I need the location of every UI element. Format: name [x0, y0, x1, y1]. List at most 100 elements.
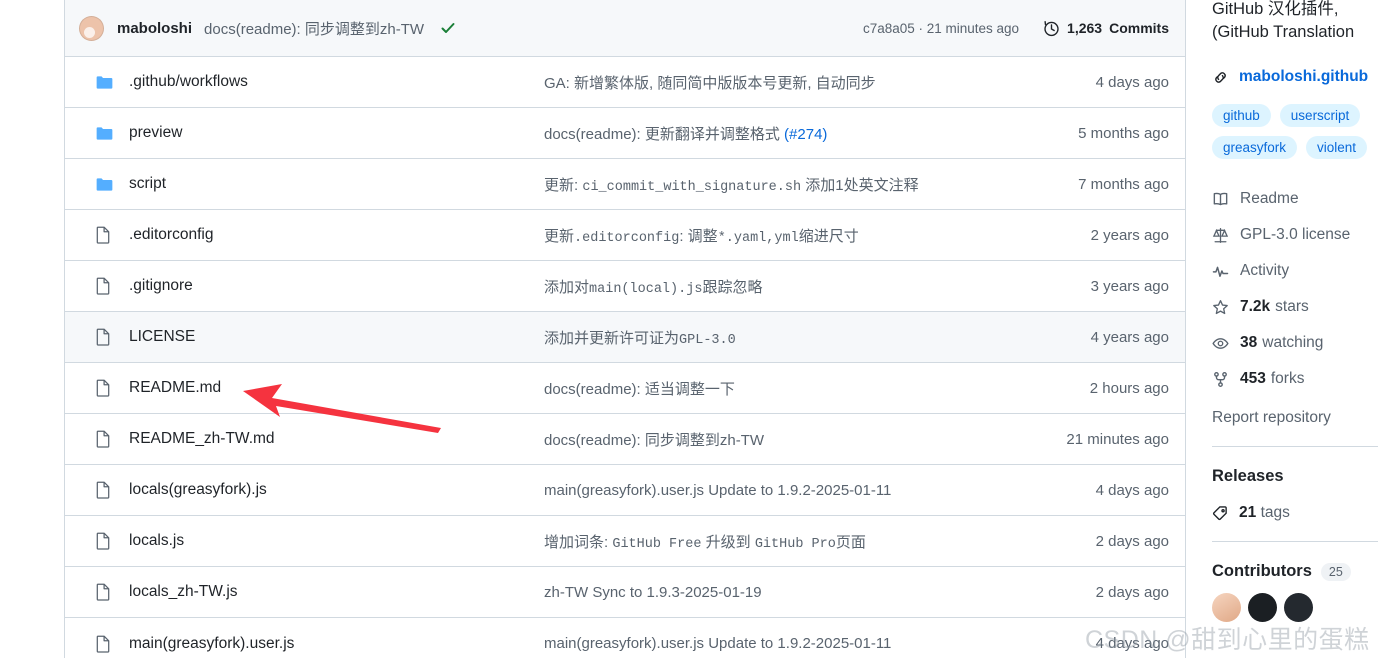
file-name-link[interactable]: script: [119, 175, 544, 193]
commit-time: 2 years ago: [1090, 226, 1169, 244]
commit-message-part: zh-TW Sync to 1.9.3-2025-01-19: [544, 583, 762, 601]
table-row[interactable]: README_zh-TW.md docs(readme): 同步调整到zh-TW 2…: [65, 414, 1185, 465]
pulse-icon: [1212, 263, 1229, 280]
table-row[interactable]: main(greasyfork).user.js main(greasyfork)…: [65, 618, 1185, 658]
commit-time: 4 days ago: [1095, 73, 1169, 91]
fork-icon: [1212, 371, 1229, 388]
commits-number: 1,263: [1067, 20, 1103, 36]
commit-message-part: docs(readme): 更新翻译并调整格式: [544, 125, 785, 143]
contributor-avatar[interactable]: [1248, 593, 1277, 622]
topic-tag[interactable]: userscript: [1279, 104, 1361, 127]
sidebar-stat-label: 7.2k stars: [1240, 298, 1309, 316]
tags-row[interactable]: 21 tags: [1212, 504, 1378, 522]
commit-message-link[interactable]: docs(readme): 同步调整到zh-TW: [544, 429, 1014, 450]
commit-sha-and-time[interactable]: c7a8a05 · 21 minutes ago: [863, 21, 1019, 36]
latest-commit-bar: maboloshi docs(readme): 同步调整到zh-TW c7a8a…: [65, 0, 1185, 57]
commit-message-link[interactable]: 更新.editorconfig: 调整*.yaml,yml缩进尺寸: [544, 225, 1014, 246]
homepage-link-row[interactable]: maboloshi.github: [1212, 68, 1378, 86]
file-name-link[interactable]: .gitignore: [119, 277, 544, 295]
file-name-link[interactable]: LICENSE: [119, 328, 544, 346]
file-icon: [79, 226, 119, 244]
check-icon[interactable]: [440, 20, 456, 36]
commit-message-part: 跟踪忽略: [702, 278, 763, 296]
commits-count-link[interactable]: 1,263 Commits: [1043, 20, 1169, 37]
sidebar-divider-2: [1212, 541, 1378, 542]
commit-message-link[interactable]: zh-TW Sync to 1.9.3-2025-01-19: [544, 584, 1014, 601]
file-icon: [79, 430, 119, 448]
repo-stats-list: Readme GPL-3.0 license Activity 7.2k stars 38…: [1212, 181, 1378, 397]
file-icon: [79, 635, 119, 653]
sidebar-stat-label: Activity: [1240, 262, 1290, 279]
folder-icon: [79, 125, 119, 142]
commit-message-link[interactable]: docs(readme): 更新翻译并调整格式 (#274): [544, 123, 1014, 144]
file-name-link[interactable]: .editorconfig: [119, 226, 544, 244]
sidebar-stat-stars[interactable]: 7.2k stars: [1212, 289, 1378, 325]
commit-message-link[interactable]: 添加对main(local).js跟踪忽略: [544, 276, 1014, 297]
commit-message-link[interactable]: docs(readme): 适当调整一下: [544, 378, 1014, 399]
file-name-link[interactable]: README_zh-TW.md: [119, 430, 544, 448]
table-row[interactable]: .editorconfig 更新.editorconfig: 调整*.yaml,y…: [65, 210, 1185, 261]
sidebar-stat-label: 38 watching: [1240, 334, 1323, 352]
tags-count: 21: [1239, 504, 1257, 521]
commit-message-part: 升级到: [701, 533, 755, 551]
table-row[interactable]: locals.js 增加词条: GitHub Free 升级到 GitHub Pr…: [65, 516, 1185, 567]
table-row[interactable]: README.md docs(readme): 适当调整一下 2 hours ago: [65, 363, 1185, 414]
commit-message-part: docs(readme): 适当调整一下: [544, 380, 735, 398]
file-name-link[interactable]: README.md: [119, 379, 544, 397]
table-row[interactable]: preview docs(readme): 更新翻译并调整格式 (#274) 5 m…: [65, 108, 1185, 159]
commit-time: 21 minutes ago: [1066, 430, 1169, 448]
commit-message-part: GitHub Free: [612, 536, 702, 552]
file-icon: [79, 583, 119, 601]
file-icon: [79, 328, 119, 346]
contributor-avatar[interactable]: [1212, 593, 1241, 622]
commit-message-link[interactable]: 增加词条: GitHub Free 升级到 GitHub Pro页面: [544, 531, 1014, 552]
sidebar-stat-gpl-3-0-license[interactable]: GPL-3.0 license: [1212, 217, 1378, 253]
commit-message-link[interactable]: 添加并更新许可证为GPL-3.0: [544, 327, 1014, 348]
commit-message-link[interactable]: main(greasyfork).user.js Update to 1.9.2…: [544, 482, 1014, 499]
table-row[interactable]: .gitignore 添加对main(local).js跟踪忽略 3 years a…: [65, 261, 1185, 312]
sidebar-stat-activity[interactable]: Activity: [1212, 253, 1378, 289]
table-row[interactable]: LICENSE 添加并更新许可证为GPL-3.0 4 years ago: [65, 312, 1185, 363]
file-icon: [79, 481, 119, 499]
folder-icon: [79, 74, 119, 91]
commit-message-link[interactable]: GA: 新增繁体版, 随同简中版版本号更新, 自动同步: [544, 72, 1014, 93]
topic-tag[interactable]: greasyfork: [1212, 136, 1298, 159]
contributor-avatar[interactable]: [1284, 593, 1313, 622]
topic-tag[interactable]: github: [1212, 104, 1271, 127]
file-name-link[interactable]: main(greasyfork).user.js: [119, 635, 544, 653]
commit-message-part: 更新: [544, 227, 575, 245]
file-icon: [79, 277, 119, 295]
commit-message-part: ci_commit_with_signature.sh: [582, 179, 802, 195]
latest-commit-message[interactable]: docs(readme): 同步调整到zh-TW: [204, 18, 424, 39]
commit-time: 2 days ago: [1095, 532, 1169, 550]
file-name-link[interactable]: locals(greasyfork).js: [119, 481, 544, 499]
avatar[interactable]: [79, 15, 104, 41]
commit-time: 4 days ago: [1095, 635, 1169, 652]
sidebar-stat-forks[interactable]: 453 forks: [1212, 361, 1378, 397]
file-name-link[interactable]: locals.js: [119, 532, 544, 550]
commit-message-link[interactable]: main(greasyfork).user.js Update to 1.9.2…: [544, 635, 1014, 652]
commit-message-part: main(local).js: [589, 281, 703, 297]
sidebar-stat-readme[interactable]: Readme: [1212, 181, 1378, 217]
file-name-link[interactable]: locals_zh-TW.js: [119, 583, 544, 601]
file-name-link[interactable]: .github/workflows: [119, 73, 544, 91]
commit-time: 4 days ago: [1095, 481, 1169, 499]
sidebar-stat-value: 453: [1240, 370, 1266, 387]
commit-message-part: main(greasyfork).user.js Update to 1.9.2…: [544, 481, 892, 499]
commit-message-part: *.yaml,yml: [717, 230, 799, 246]
commit-message-link[interactable]: 更新: ci_commit_with_signature.sh 添加1处英文注释: [544, 174, 1014, 195]
table-row[interactable]: .github/workflows GA: 新增繁体版, 随同简中版版本号更新, …: [65, 57, 1185, 108]
file-name-link[interactable]: preview: [119, 124, 544, 142]
sidebar-stat-watching[interactable]: 38 watching: [1212, 325, 1378, 361]
report-repository-link[interactable]: Report repository: [1212, 409, 1378, 427]
contributors-title: Contributors: [1212, 562, 1312, 580]
file-icon: [79, 532, 119, 550]
table-row[interactable]: script 更新: ci_commit_with_signature.sh 添加…: [65, 159, 1185, 210]
commit-message-part: 缩进尺寸: [798, 227, 859, 245]
homepage-link-text[interactable]: maboloshi.github: [1239, 68, 1368, 86]
commit-author-link[interactable]: maboloshi: [117, 20, 192, 37]
commit-message-part: 添加1处英文注释: [801, 176, 919, 194]
table-row[interactable]: locals(greasyfork).js main(greasyfork).us…: [65, 465, 1185, 516]
table-row[interactable]: locals_zh-TW.js zh-TW Sync to 1.9.3-2025-…: [65, 567, 1185, 618]
topic-tag[interactable]: violent: [1306, 136, 1368, 159]
